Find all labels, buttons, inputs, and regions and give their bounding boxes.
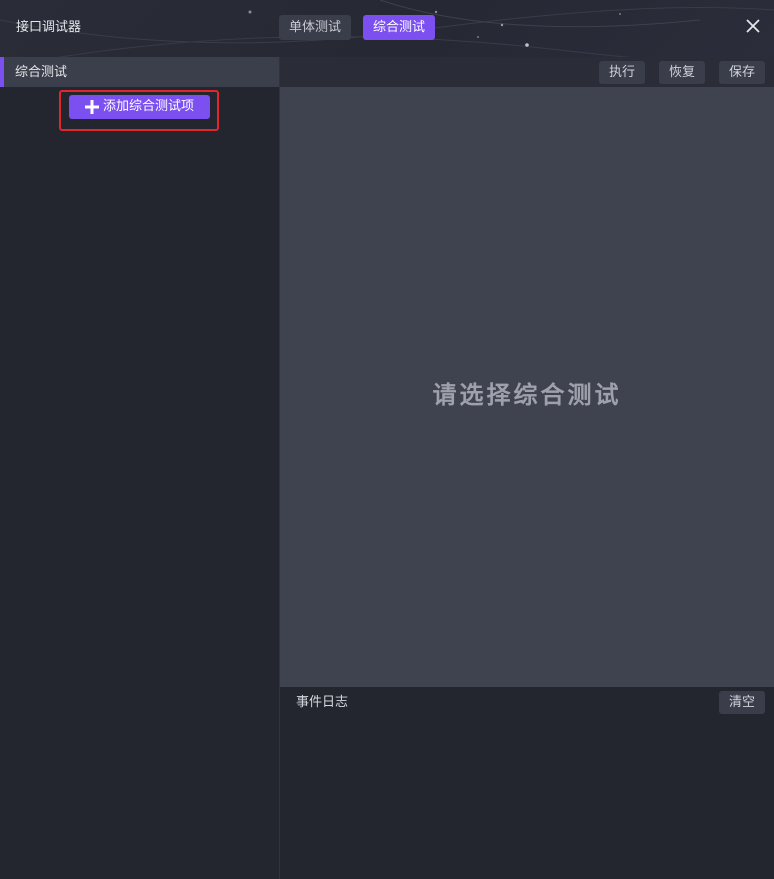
- tab-unit-test[interactable]: 单体测试: [279, 15, 352, 40]
- title-bar: 接口调试器 单体测试 综合测试: [0, 0, 774, 57]
- add-button-label: 添加综合测试项: [102, 99, 194, 114]
- event-log-body: [280, 717, 774, 879]
- add-integration-test-button[interactable]: 添加综合测试项: [69, 95, 210, 119]
- left-panel: 综合测试 添加综合测试项: [0, 57, 280, 879]
- restore-button[interactable]: 恢复: [659, 61, 706, 84]
- toolbar: 执行 恢复 保存: [280, 57, 774, 87]
- clear-log-button[interactable]: 清空: [719, 691, 766, 714]
- active-indicator: [0, 57, 4, 87]
- plus-icon: [84, 100, 99, 114]
- tab-integration-test[interactable]: 综合测试: [363, 15, 436, 40]
- left-panel-header: 综合测试: [0, 57, 279, 87]
- app-title: 接口调试器: [16, 20, 82, 35]
- mode-tabs: 单体测试 综合测试: [279, 15, 436, 40]
- close-icon: [746, 19, 760, 33]
- test-canvas[interactable]: 请选择综合测试: [280, 87, 774, 687]
- event-log-title: 事件日志: [296, 695, 349, 710]
- execute-button[interactable]: 执行: [599, 61, 646, 84]
- api-debugger-window: 接口调试器 单体测试 综合测试 综合测试 添加综合测试项 执行 恢复 保存 请选…: [0, 0, 774, 879]
- event-log-header: 事件日志 清空: [280, 687, 774, 717]
- close-button[interactable]: [741, 14, 765, 38]
- canvas-placeholder: 请选择综合测试: [432, 381, 622, 409]
- left-panel-title: 综合测试: [15, 65, 68, 80]
- save-button[interactable]: 保存: [719, 61, 766, 84]
